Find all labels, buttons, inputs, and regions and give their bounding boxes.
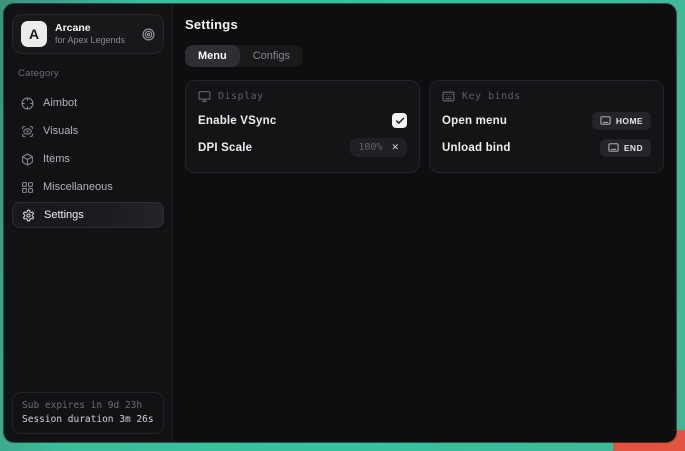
- sidebar-item-miscellaneous[interactable]: Miscellaneous: [12, 174, 164, 200]
- dpi-label: DPI Scale: [198, 142, 252, 154]
- main-content: Settings Menu Configs Display Enable VSy…: [173, 4, 676, 442]
- sub-expires-text: Sub expires in 9d 23h: [22, 399, 154, 413]
- sidebar: A Arcane for Apex Legends Category Aimbo…: [4, 4, 173, 442]
- sidebar-item-label: Aimbot: [43, 97, 77, 109]
- monitor-icon: [198, 90, 211, 103]
- unload-bind-label: Unload bind: [442, 142, 511, 154]
- target-icon[interactable]: [142, 28, 155, 41]
- keybinds-card: Key binds Open menu HOME Unload bind: [429, 80, 664, 173]
- crosshair-icon: [21, 97, 34, 110]
- app-header-card: A Arcane for Apex Legends: [12, 14, 164, 54]
- keyboard-icon: [608, 142, 619, 153]
- check-icon: [395, 116, 405, 126]
- keyboard-icon: [600, 115, 611, 126]
- vsync-checkbox[interactable]: [392, 113, 407, 128]
- unload-keybind-button[interactable]: END: [600, 139, 651, 157]
- sidebar-item-visuals[interactable]: Visuals: [12, 118, 164, 144]
- sidebar-item-label: Settings: [44, 209, 84, 221]
- open-menu-key: HOME: [616, 116, 643, 126]
- app-title: Arcane: [55, 22, 134, 35]
- page-title: Settings: [185, 17, 664, 32]
- subscription-info-card: Sub expires in 9d 23h Session duration 3…: [12, 392, 164, 435]
- dpi-scale-value: 100%: [358, 142, 382, 153]
- sidebar-item-label: Miscellaneous: [43, 181, 113, 193]
- grid-icon: [21, 181, 34, 194]
- keyboard-icon: [442, 90, 455, 103]
- app-logo: A: [21, 21, 47, 47]
- tab-configs[interactable]: Configs: [240, 45, 303, 67]
- settings-tabs: Menu Configs: [185, 45, 303, 67]
- sidebar-item-label: Items: [43, 153, 70, 165]
- open-menu-label: Open menu: [442, 115, 507, 127]
- session-duration-text: Session duration 3m 26s: [22, 413, 154, 427]
- sidebar-item-label: Visuals: [43, 125, 78, 137]
- keybinds-card-title: Key binds: [462, 91, 521, 102]
- unload-bind-key: END: [624, 143, 643, 153]
- app-subtitle: for Apex Legends: [55, 35, 134, 46]
- gear-icon: [22, 209, 35, 222]
- close-icon[interactable]: ✕: [391, 143, 399, 152]
- display-card: Display Enable VSync DPI Scale 100% ✕: [185, 80, 420, 173]
- tab-menu[interactable]: Menu: [185, 45, 240, 67]
- dpi-scale-input[interactable]: 100% ✕: [350, 138, 407, 157]
- sidebar-item-items[interactable]: Items: [12, 146, 164, 172]
- app-window: A Arcane for Apex Legends Category Aimbo…: [4, 4, 676, 442]
- scan-eye-icon: [21, 125, 34, 138]
- dpi-row: DPI Scale 100% ✕: [198, 134, 407, 161]
- display-card-title: Display: [218, 91, 264, 102]
- package-icon: [21, 153, 34, 166]
- open-menu-row: Open menu HOME: [442, 107, 651, 134]
- unload-bind-row: Unload bind END: [442, 134, 651, 161]
- vsync-row: Enable VSync: [198, 107, 407, 134]
- sidebar-item-settings[interactable]: Settings: [12, 202, 164, 228]
- vsync-label: Enable VSync: [198, 115, 276, 127]
- category-label: Category: [18, 68, 158, 79]
- open-menu-keybind-button[interactable]: HOME: [592, 112, 651, 130]
- sidebar-item-aimbot[interactable]: Aimbot: [12, 90, 164, 116]
